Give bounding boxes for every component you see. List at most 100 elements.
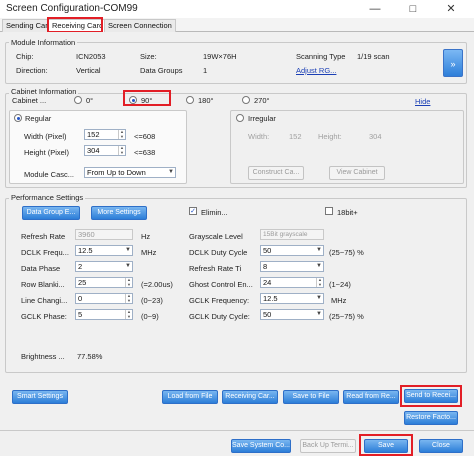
adjust-rg-link[interactable]: Adjust RG...	[296, 66, 336, 75]
refresh-unit: Hz	[141, 232, 151, 241]
refresh-label: Refresh Rate	[21, 232, 66, 241]
dclk-duty-range: (25~75) %	[329, 248, 364, 257]
row-blank-value: 25	[78, 278, 87, 287]
restore-factory-button[interactable]: Restore Facto...	[404, 411, 458, 425]
backup-terminal-button[interactable]: Back Up Termi...	[300, 439, 356, 453]
load-from-file-button[interactable]: Load from File	[162, 390, 218, 404]
irregular-width-value: 152	[289, 132, 302, 141]
line-change-spinner-icon[interactable]: ▲ ▼	[125, 293, 132, 303]
chevron-down-icon: ▼	[125, 263, 131, 269]
groups-value: 1	[203, 66, 208, 75]
ghost-value: 24	[263, 278, 272, 287]
refresh-input[interactable]: 3960	[75, 229, 133, 240]
irregular-radio[interactable]	[236, 114, 244, 122]
maximize-icon[interactable]: □	[394, 0, 432, 18]
regular-label: Regular	[25, 114, 52, 123]
highlight-rotation-90	[123, 90, 171, 106]
module-info-group	[5, 42, 467, 84]
gclk-duty-range: (25~75) %	[329, 312, 364, 321]
read-from-receiving-button[interactable]: Read from Re...	[343, 390, 399, 404]
chevron-down-icon: ▼	[125, 247, 131, 253]
module-info-title: Module Information	[9, 38, 78, 47]
dclk-duty-select[interactable]: 50 ▼	[260, 245, 324, 256]
minimize-icon[interactable]: —	[356, 0, 394, 18]
width-spinner-icon[interactable]: ▲ ▼	[118, 129, 125, 139]
gclk-freq-value: 12.5	[263, 294, 278, 303]
grayscale-input[interactable]: 15Bit grayscale	[260, 229, 324, 240]
line-change-input[interactable]: 0 ▲ ▼	[75, 293, 133, 304]
receiving-card-button[interactable]: Receiving Car...	[222, 390, 278, 404]
rotation-0-radio[interactable]	[74, 96, 82, 104]
rotation-180-radio[interactable]	[186, 96, 194, 104]
gclk-duty-label: GCLK Duty Cycle:	[189, 312, 250, 321]
row-blank-label: Row Blanki...	[21, 280, 65, 289]
elimin-checkbox[interactable]: ✓	[189, 207, 197, 215]
gclk-phase-spinner-icon[interactable]: ▲ ▼	[125, 309, 132, 319]
irregular-width-label: Width:	[248, 132, 270, 141]
gclk-duty-select[interactable]: 50 ▼	[260, 309, 324, 320]
rotation-180-label: 180°	[198, 96, 214, 105]
bit18-checkbox[interactable]	[325, 207, 333, 215]
irregular-height-label: Height:	[318, 132, 342, 141]
save-to-file-button[interactable]: Save to File	[283, 390, 339, 404]
gclk-freq-unit: MHz	[331, 296, 347, 305]
chevron-down-icon: ▼	[316, 263, 322, 269]
line-change-range: (0~23)	[141, 296, 163, 305]
close-window-icon[interactable]: ✕	[432, 0, 470, 18]
data-phase-select[interactable]: 2 ▼	[75, 261, 133, 272]
line-change-label: Line Changi...	[21, 296, 68, 305]
construct-cabinet-button[interactable]: Construct Ca...	[248, 166, 304, 180]
refresh-ti-select[interactable]: 8 ▼	[260, 261, 324, 272]
gclk-freq-label: GCLK Frequency:	[189, 296, 250, 305]
dclk-freq-unit: MHz	[141, 248, 157, 257]
ghost-input[interactable]: 24 ▲ ▼	[260, 277, 324, 288]
width-label: Width (Pixel)	[24, 132, 67, 141]
direction-label: Direction:	[16, 66, 48, 75]
rotation-270-radio[interactable]	[242, 96, 250, 104]
data-phase-value: 2	[78, 262, 83, 271]
width-limit: <=608	[134, 132, 156, 141]
size-label: Size:	[140, 52, 157, 61]
height-input[interactable]: 304 ▲ ▼	[84, 145, 126, 156]
line-change-value: 0	[78, 294, 83, 303]
groups-label: Data Groups	[140, 66, 183, 75]
row-blank-hint: (=2.00us)	[141, 280, 173, 289]
cabinet-info-title: Cabinet Information	[9, 87, 79, 96]
performance-title: Performance Settings	[9, 193, 86, 202]
bit18-label: 18bit+	[337, 208, 358, 217]
gclk-freq-select[interactable]: 12.5 ▼	[260, 293, 324, 304]
width-input[interactable]: 152 ▲ ▼	[84, 129, 126, 140]
more-settings-button[interactable]: More Settings	[91, 206, 147, 220]
smart-settings-button[interactable]: Smart Settings	[12, 390, 68, 404]
scan-label: Scanning Type	[296, 52, 346, 61]
footer-divider	[0, 430, 474, 431]
tab-screen-connection[interactable]: Screen Connection	[104, 19, 176, 32]
cascade-select[interactable]: From Up to Down ▼	[84, 167, 176, 178]
gclk-phase-label: GCLK Phase:	[21, 312, 67, 321]
regular-radio[interactable]	[14, 114, 22, 122]
view-cabinet-button[interactable]: View Cabinet	[329, 166, 385, 180]
rotation-270-label: 270°	[254, 96, 270, 105]
ghost-spinner-icon[interactable]: ▲ ▼	[316, 277, 323, 287]
cascade-label: Module Casc...	[24, 170, 75, 179]
height-spinner-icon[interactable]: ▲ ▼	[118, 145, 125, 155]
next-page-button[interactable]: »	[443, 49, 463, 77]
chip-label: Chip:	[16, 52, 34, 61]
data-group-button[interactable]: Data Group E...	[22, 206, 80, 220]
close-button[interactable]: Close	[419, 439, 463, 453]
irregular-label: Irregular	[248, 114, 276, 123]
cabinet-rotation-label: Cabinet ...	[12, 96, 47, 105]
gclk-phase-input[interactable]: 5 ▲ ▼	[75, 309, 133, 320]
highlight-save-button	[359, 434, 413, 456]
row-blank-input[interactable]: 25 ▲ ▼	[75, 277, 133, 288]
rotation-0-label: 0°	[86, 96, 94, 105]
brightness-value: 77.58%	[77, 352, 103, 361]
chevron-down-icon: ▼	[316, 247, 322, 253]
dclk-freq-select[interactable]: 12.5 ▼	[75, 245, 133, 256]
hide-link[interactable]: Hide	[415, 97, 430, 106]
gclk-phase-value: 5	[78, 310, 83, 319]
height-limit: <=638	[134, 148, 156, 157]
row-blank-spinner-icon[interactable]: ▲ ▼	[125, 277, 132, 287]
save-system-config-button[interactable]: Save System Co...	[231, 439, 291, 453]
dclk-duty-value: 50	[263, 246, 272, 255]
